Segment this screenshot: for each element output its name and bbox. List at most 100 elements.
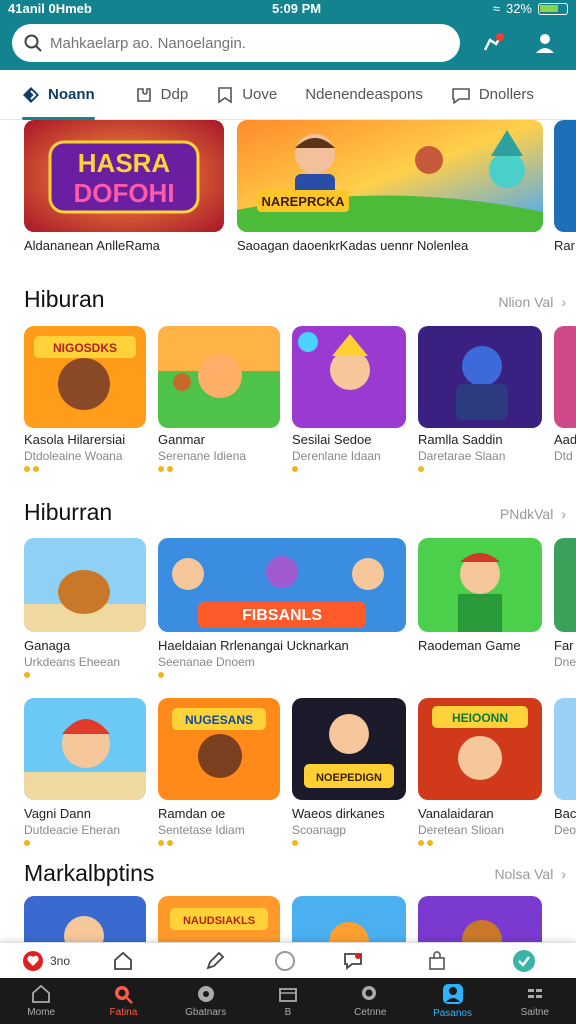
rating-dots (158, 672, 164, 678)
game-title: Far (554, 638, 574, 653)
tab-ndenendeaspons[interactable]: Ndenendeaspons (291, 70, 437, 120)
chat-icon (452, 87, 470, 104)
see-all-link[interactable]: Nlion Val › (498, 294, 566, 310)
rating-dots (158, 840, 173, 846)
tab-uove[interactable]: Uove (202, 70, 291, 120)
game-title: Bac (554, 806, 576, 821)
game-thumbnail (418, 538, 542, 632)
quick-check[interactable] (512, 948, 536, 974)
bookmark-icon (218, 86, 233, 103)
game-thumbnail: NIGOSDKS (24, 326, 146, 428)
nav-label: Fatina (109, 1007, 138, 1018)
game-subtitle: Deo (554, 823, 576, 837)
svg-text:NUGESANS: NUGESANS (185, 713, 253, 727)
svg-text:NOEPEDIGN: NOEPEDIGN (316, 772, 382, 784)
quick-bag[interactable] (426, 948, 448, 974)
nav-gbatnars[interactable]: Gbatnars (165, 978, 247, 1024)
game-thumbnail: NOEPEDIGN (292, 698, 406, 800)
home-icon (32, 984, 51, 1003)
game-subtitle: Dne (554, 655, 576, 669)
puzzle-icon (136, 87, 151, 102)
see-all-link[interactable]: Nolsa Val › (494, 866, 566, 882)
game-subtitle: Dutdeacie Eheran (24, 823, 121, 837)
nav-label: Pasanos (433, 1008, 472, 1019)
battery-percent: 32% (505, 1, 532, 16)
tab-label: Ddp (160, 86, 189, 103)
clock: 5:09 PM (272, 1, 322, 16)
game-thumbnail: NUGESANS (158, 698, 280, 800)
game-subtitle: Serenane Idiena (158, 449, 247, 463)
see-all-label: PNdkVal (499, 506, 554, 522)
nav-pasanos[interactable]: Pasanos (411, 978, 493, 1024)
game-title: Kasola Hilarersiai (24, 432, 126, 447)
nav-label: Cetnne (354, 1007, 387, 1018)
game-title: Raodeman Game (418, 638, 521, 653)
nav-cetnne[interactable]: Cetnne (329, 978, 411, 1024)
quick-heart[interactable]: 3no (22, 948, 70, 974)
folder-icon (279, 988, 297, 1002)
game-subtitle: Derenlane Idaan (292, 449, 381, 463)
chevron-right-icon: › (561, 866, 566, 882)
game-title: Ganaga (24, 638, 71, 653)
game-title: Ramdan oe (158, 806, 226, 821)
top-header: 41anil 0Hmeb 5:09 PM ≈ 32% (0, 0, 576, 70)
wifi-icon: ≈ (492, 1, 500, 16)
quick-pen[interactable] (204, 948, 226, 974)
section-title: Markalbptins (24, 860, 155, 886)
search-icon (362, 986, 377, 1000)
battery-icon (538, 2, 568, 15)
svg-text:NAUDSIAKLS: NAUDSIAKLS (183, 915, 255, 927)
search-bar[interactable] (12, 24, 460, 62)
nav-fatina[interactable]: Fatina (82, 978, 164, 1024)
rating-dots (158, 466, 173, 472)
rating-dots (24, 840, 30, 846)
rating-dots (292, 466, 298, 472)
profile-icon[interactable] (530, 28, 560, 58)
chat-icon (197, 986, 214, 1002)
game-title: Vagni Dann (24, 806, 91, 821)
game-thumbnail (554, 698, 576, 800)
quick-action-bar: 3no (0, 942, 576, 978)
section-title: Hiburran (24, 499, 113, 525)
notification-icon[interactable] (478, 28, 508, 58)
rating-dots (24, 672, 30, 678)
search-icon (115, 986, 134, 1004)
featured-title: Aldananean AnlleRama (24, 238, 160, 253)
quick-home[interactable] (112, 948, 134, 974)
see-all-link[interactable]: PNdkVal › (500, 506, 566, 522)
game-subtitle: Sentetase Idiam (158, 823, 245, 837)
featured-thumbnail (554, 120, 576, 232)
game-thumbnail (24, 538, 146, 632)
tab-label: Noann (48, 86, 95, 103)
nav-label: Gbatnars (185, 1007, 227, 1018)
search-icon (24, 34, 42, 52)
featured-title: Saoagan daoenkrKadas uennr Nolenlea (237, 238, 469, 253)
game-title: Ramlla Saddin (418, 432, 503, 447)
tab-ddp[interactable]: Ddp (121, 70, 203, 120)
nav-saitne[interactable]: Saitne (494, 978, 576, 1024)
quick-circle[interactable] (274, 948, 296, 974)
comment-icon (344, 953, 362, 970)
tab-label: Uove (242, 86, 278, 103)
game-thumbnail (292, 326, 406, 428)
tab-label: Dnollers (478, 86, 534, 103)
search-input[interactable] (50, 34, 450, 52)
nav-home[interactable]: Mome (0, 978, 82, 1024)
content-scroll[interactable]: HASRA DOFOHI Aldananean AnlleRama NAREPR… (0, 120, 576, 976)
home-icon (114, 951, 132, 970)
check-icon (513, 950, 535, 972)
game-thumbnail (554, 326, 576, 428)
game-thumbnail (418, 326, 542, 428)
carrier-label: 41anil 0Hmeb (8, 1, 92, 16)
nav-b[interactable]: B (247, 978, 329, 1024)
tab-dnollers[interactable]: Dnollers (437, 70, 548, 120)
quick-comment[interactable] (342, 948, 364, 974)
game-title: Sesilai Sedoe (292, 432, 372, 447)
heart-icon (23, 951, 43, 971)
game-title: Ganmar (158, 432, 205, 447)
tab-noann[interactable]: Noann (8, 70, 109, 120)
tab-label: Ndenendeaspons (305, 86, 423, 103)
game-subtitle: Daretarae Slaan (418, 449, 506, 463)
game-title: Waeos dirkanes (292, 806, 385, 821)
game-subtitle: Scoanagp (292, 823, 347, 837)
